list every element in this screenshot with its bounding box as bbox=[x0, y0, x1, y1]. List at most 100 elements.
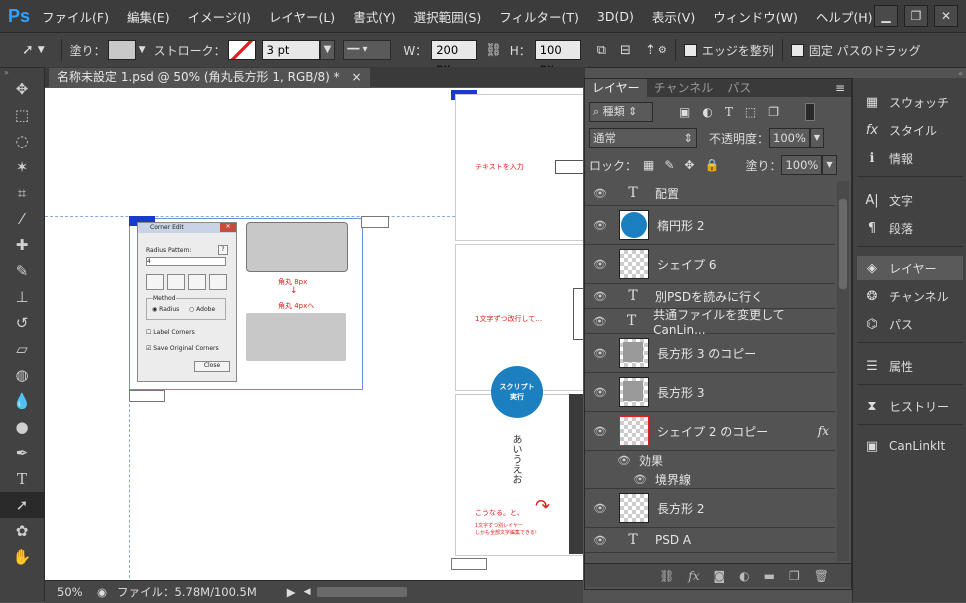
add-mask-icon[interactable]: ◙ bbox=[714, 569, 726, 583]
menu-help[interactable]: ヘルプ(H) bbox=[816, 7, 873, 26]
dock-item-styles[interactable]: fx スタイル bbox=[857, 118, 963, 142]
dock-item-layers[interactable]: ◈ レイヤー bbox=[857, 256, 963, 280]
stroke-type-dropdown[interactable]: ━━ ▾ bbox=[343, 40, 392, 60]
dock-item-character[interactable]: A| 文字 bbox=[857, 188, 963, 212]
radius-help-button[interactable]: ? bbox=[218, 245, 228, 255]
visibility-eye-icon[interactable]: 👁 bbox=[585, 386, 615, 399]
zoom-level[interactable]: 50% bbox=[57, 585, 93, 599]
layer-row[interactable]: 👁 T PSD A bbox=[585, 528, 835, 553]
path-arrangement-icon[interactable]: ⇡ bbox=[645, 43, 656, 58]
layer-row[interactable]: 👁 シェイプ 2 のコピー fx bbox=[585, 412, 835, 451]
layers-scrollbar[interactable] bbox=[837, 181, 849, 561]
opacity-field[interactable]: 100% bbox=[769, 128, 810, 148]
dock-item-info[interactable]: ℹ 情報 bbox=[857, 146, 963, 170]
stroke-swatch[interactable] bbox=[227, 40, 256, 60]
dock-item-properties[interactable]: ☰ 属性 bbox=[857, 354, 963, 378]
align-edges-checkbox[interactable] bbox=[683, 43, 697, 57]
new-group-icon[interactable]: ▬ bbox=[764, 569, 775, 583]
blur-tool-icon[interactable]: 💧 bbox=[0, 388, 44, 414]
lock-pixels-icon[interactable]: ✎ bbox=[664, 158, 674, 172]
stroke-size-field[interactable]: 3 pt bbox=[261, 40, 320, 60]
lasso-tool-icon[interactable]: ◌ bbox=[0, 128, 44, 154]
visibility-eye-icon[interactable]: 👁 bbox=[585, 534, 615, 547]
menu-file[interactable]: ファイル(F) bbox=[42, 7, 109, 26]
path-selection-tool-icon[interactable]: ➚ bbox=[0, 492, 44, 518]
visibility-eye-icon[interactable]: 👁 bbox=[609, 454, 639, 467]
healing-brush-tool-icon[interactable]: ✚ bbox=[0, 232, 44, 258]
visibility-eye-icon[interactable]: 👁 bbox=[585, 425, 615, 438]
visibility-eye-icon[interactable]: 👁 bbox=[585, 315, 614, 328]
layer-row[interactable]: 👁 T 共通ファイルを変更して CanLin... bbox=[585, 308, 835, 337]
link-layers-icon[interactable]: ⛓ bbox=[659, 569, 674, 583]
dock-item-paths[interactable]: ⌬ パス bbox=[857, 312, 963, 336]
delete-layer-icon[interactable]: 🗑 bbox=[814, 569, 829, 583]
dock-item-channels[interactable]: ❂ チャンネル bbox=[857, 284, 963, 308]
menu-layer[interactable]: レイヤー(L) bbox=[269, 7, 335, 26]
corner-preset-button[interactable] bbox=[209, 274, 227, 290]
marquee-tool-icon[interactable]: ⬚ bbox=[0, 102, 44, 128]
height-field[interactable]: 100 px bbox=[534, 40, 581, 75]
tab-layers[interactable]: レイヤー bbox=[585, 79, 647, 97]
eraser-tool-icon[interactable]: ▱ bbox=[0, 336, 44, 362]
eyedropper-tool-icon[interactable]: ⁄ bbox=[0, 206, 44, 232]
corner-preset-button[interactable] bbox=[146, 274, 164, 290]
corner-edit-close-icon[interactable]: ✕ bbox=[220, 223, 236, 232]
horizontal-scrollbar[interactable] bbox=[316, 587, 407, 597]
filter-shape-icon[interactable]: ⬚ bbox=[745, 105, 756, 119]
move-tool-icon[interactable]: ✥ bbox=[0, 76, 44, 102]
filter-type-icon[interactable]: T bbox=[725, 105, 733, 119]
dodge-tool-icon[interactable]: ● bbox=[0, 414, 44, 440]
save-corners-checkbox[interactable]: ☑ Save Original Corners bbox=[146, 345, 236, 352]
tab-paths[interactable]: パス bbox=[720, 79, 758, 97]
dock-collapse-icon[interactable]: « bbox=[958, 69, 963, 78]
menu-edit[interactable]: 編集(E) bbox=[127, 7, 170, 26]
constrain-path-checkbox[interactable] bbox=[790, 43, 804, 57]
layer-row[interactable]: 👁 T 配置 bbox=[585, 181, 835, 206]
link-icon[interactable]: ⛓ bbox=[485, 43, 502, 58]
layer-row[interactable]: 👁 シェイプ 6 bbox=[585, 245, 835, 284]
add-style-fx-icon[interactable]: fx bbox=[688, 569, 699, 583]
layer-row[interactable]: 👁 長方形 3 bbox=[585, 373, 835, 412]
brush-tool-icon[interactable]: ✎ bbox=[0, 258, 44, 284]
settings-gear-icon[interactable]: ⚙ bbox=[658, 45, 667, 56]
opacity-slider-button[interactable]: ▼ bbox=[809, 128, 825, 148]
tool-preset-chevron-icon[interactable]: ▼ bbox=[38, 45, 45, 55]
hand-tool-icon[interactable]: ✋ bbox=[0, 544, 44, 570]
visibility-eye-icon[interactable]: 👁 bbox=[585, 219, 615, 232]
corner-preset-button[interactable] bbox=[167, 274, 185, 290]
dock-item-canlinkit[interactable]: ▣ CanLinkIt bbox=[857, 434, 963, 458]
pen-tool-icon[interactable]: ✒ bbox=[0, 440, 44, 466]
dock-item-history[interactable]: ⧗ ヒストリー bbox=[857, 394, 963, 418]
label-corners-checkbox[interactable]: ☐ Label Corners bbox=[146, 329, 236, 336]
menu-image[interactable]: イメージ(I) bbox=[188, 7, 251, 26]
layer-row[interactable]: 👁 長方形 2 bbox=[585, 489, 835, 528]
tab-close-icon[interactable]: × bbox=[352, 70, 362, 84]
corner-preset-button[interactable] bbox=[188, 274, 206, 290]
minimize-button[interactable]: ▁ bbox=[874, 5, 898, 27]
custom-shape-tool-icon[interactable]: ✿ bbox=[0, 518, 44, 544]
width-field[interactable]: 200 px bbox=[431, 40, 478, 75]
crop-tool-icon[interactable]: ⌗ bbox=[0, 180, 44, 206]
radius-radio[interactable]: ◉ Radius bbox=[152, 306, 179, 313]
status-info-icon[interactable]: ◉ bbox=[97, 585, 107, 599]
layer-filter-dropdown[interactable]: ⌕ 種類 ⇕ bbox=[589, 102, 653, 122]
document-tab[interactable]: 名称未設定 1.psd @ 50% (角丸長方形 1, RGB/8) * × bbox=[49, 68, 370, 87]
visibility-eye-icon[interactable]: 👁 bbox=[585, 347, 615, 360]
menu-filter[interactable]: フィルター(T) bbox=[499, 7, 579, 26]
adobe-radio[interactable]: ○ Adobe bbox=[189, 306, 215, 313]
new-layer-icon[interactable]: ❐ bbox=[789, 569, 800, 583]
menu-3d[interactable]: 3D(D) bbox=[597, 9, 634, 24]
adjustment-layer-icon[interactable]: ◐ bbox=[739, 569, 749, 583]
menu-type[interactable]: 書式(Y) bbox=[353, 7, 395, 26]
fill-slider-button[interactable]: ▼ bbox=[822, 155, 837, 175]
restore-button[interactable]: ❐ bbox=[904, 5, 928, 27]
effects-row[interactable]: 👁 効果 bbox=[585, 451, 835, 469]
visibility-eye-icon[interactable]: 👁 bbox=[585, 187, 615, 200]
menu-window[interactable]: ウィンドウ(W) bbox=[713, 7, 798, 26]
dialog-close-button[interactable]: Close bbox=[194, 361, 230, 372]
fill-field[interactable]: 100% bbox=[781, 155, 823, 175]
chevron-down-icon[interactable]: ▼ bbox=[139, 45, 146, 55]
radius-value-field[interactable]: 4 bbox=[146, 257, 226, 266]
stroke-size-dropdown[interactable]: ▼ bbox=[319, 40, 336, 60]
collapse-arrows-icon[interactable]: » bbox=[0, 68, 44, 77]
